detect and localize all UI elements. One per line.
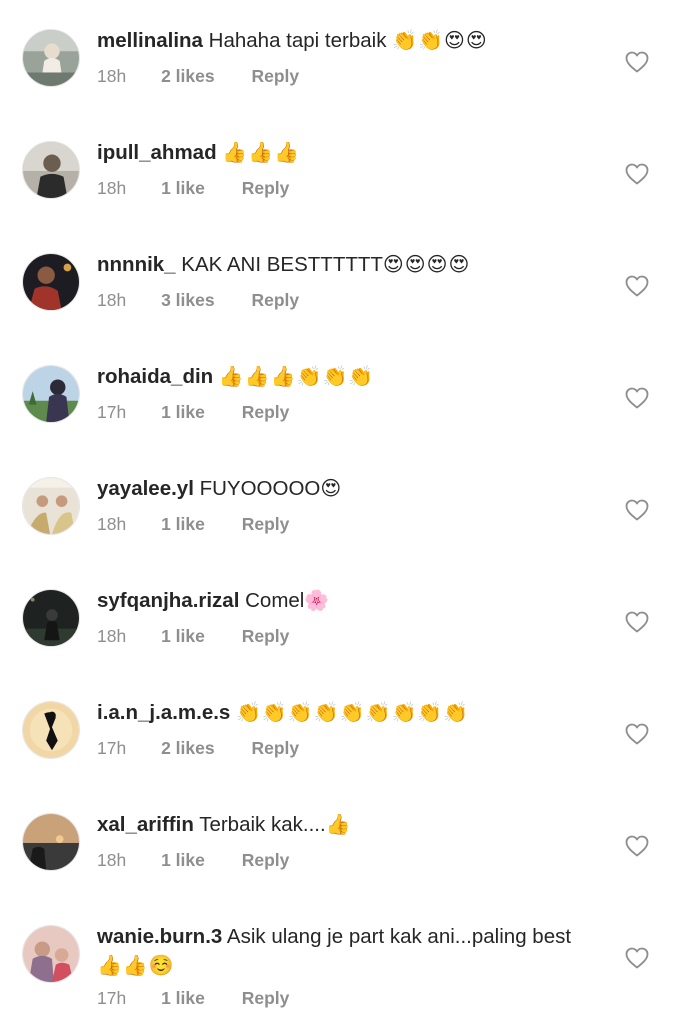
avatar[interactable] — [22, 253, 80, 311]
comment-meta: 17h 2 likes Reply — [97, 737, 299, 759]
comment-meta: 18h 1 like Reply — [97, 513, 289, 535]
comment-likes[interactable]: 1 like — [161, 849, 205, 871]
comment-time: 18h — [97, 66, 127, 86]
comment-emoji: 🌸 — [304, 588, 331, 612]
comment-likes[interactable]: 2 likes — [161, 737, 215, 759]
avatar[interactable] — [22, 925, 80, 983]
comment-body: Terbaik kak.... — [199, 813, 326, 836]
avatar[interactable] — [22, 365, 80, 423]
avatar[interactable] — [22, 477, 80, 535]
reply-button[interactable]: Reply — [242, 987, 290, 1009]
comment-text-line: wanie.burn.3 Asik ulang je part kak ani.… — [97, 922, 602, 980]
comment-likes[interactable]: 1 like — [161, 625, 205, 647]
heart-outline-icon[interactable] — [625, 499, 649, 521]
comment-text-line: xal_ariffin Terbaik kak....👍 — [97, 810, 617, 839]
reply-button[interactable]: Reply — [242, 849, 290, 871]
heart-outline-icon[interactable] — [625, 51, 649, 73]
comment-time: 18h — [97, 850, 127, 870]
comment-username[interactable]: ipull_ahmad — [97, 141, 217, 164]
comment-time: 18h — [97, 514, 127, 534]
comment-username[interactable]: wanie.burn.3 — [97, 925, 222, 948]
comment-username[interactable]: i.a.n_j.a.m.e.s — [97, 701, 230, 724]
reply-button[interactable]: Reply — [251, 65, 299, 87]
comment-likes[interactable]: 3 likes — [161, 289, 215, 311]
comment-body: FUYOOOOO — [199, 477, 321, 500]
comment-emoji: 😍😍😍😍 — [382, 252, 471, 276]
comment-likes[interactable]: 2 likes — [161, 65, 215, 87]
comment-likes[interactable]: 1 like — [161, 513, 205, 535]
heart-outline-icon[interactable] — [625, 611, 649, 633]
comment-likes[interactable]: 1 like — [161, 987, 205, 1009]
reply-button[interactable]: Reply — [242, 625, 290, 647]
comment-text-line: i.a.n_j.a.m.e.s 👏👏👏👏👏👏👏👏👏 — [97, 698, 617, 727]
comment-text-line: ipull_ahmad 👍👍👍 — [97, 138, 617, 167]
comment-time: 17h — [97, 738, 127, 758]
reply-button[interactable]: Reply — [242, 513, 290, 535]
comment-time: 18h — [97, 178, 127, 198]
comment-meta: 17h 1 like Reply — [97, 987, 289, 1009]
comment-text-line: nnnnik_ KAK ANI BESTTTTTT😍😍😍😍 — [97, 250, 617, 279]
comment-username[interactable]: syfqanjha.rizal — [97, 589, 239, 612]
comment-text-line: yayalee.yl FUYOOOOO😍 — [97, 474, 617, 503]
heart-outline-icon[interactable] — [625, 835, 649, 857]
comment-body: Comel — [245, 589, 305, 612]
comment-time: 17h — [97, 988, 127, 1008]
comment-meta: 18h 3 likes Reply — [97, 289, 299, 311]
comment-likes[interactable]: 1 like — [161, 401, 205, 423]
comment-emoji: 👍👍☺️ — [97, 953, 175, 977]
avatar[interactable] — [22, 29, 80, 87]
heart-outline-icon[interactable] — [625, 163, 649, 185]
comment-body: KAK ANI BESTTTTTT — [181, 253, 383, 276]
heart-outline-icon[interactable] — [625, 275, 649, 297]
comment-time: 18h — [97, 626, 127, 646]
comment-emoji: 👍👍👍👏👏👏 — [218, 364, 375, 388]
reply-button[interactable]: Reply — [242, 177, 290, 199]
comment-body: Asik ulang je part kak ani...paling best — [226, 925, 572, 948]
comment-likes[interactable]: 1 like — [161, 177, 205, 199]
comment-username[interactable]: nnnnik_ — [97, 253, 176, 276]
comment-emoji: 👏👏👏👏👏👏👏👏👏 — [236, 700, 470, 724]
comment-username[interactable]: yayalee.yl — [97, 477, 194, 500]
comment-time: 18h — [97, 290, 127, 310]
comment-emoji: 👏👏😍😍 — [392, 28, 488, 52]
reply-button[interactable]: Reply — [251, 289, 299, 311]
comment-meta: 18h 1 like Reply — [97, 177, 289, 199]
avatar[interactable] — [22, 141, 80, 199]
comment-username[interactable]: mellinalina — [97, 29, 203, 52]
avatar[interactable] — [22, 813, 80, 871]
heart-outline-icon[interactable] — [625, 947, 649, 969]
reply-button[interactable]: Reply — [242, 401, 290, 423]
comment-emoji: 👍👍👍 — [222, 140, 301, 164]
comment-meta: 18h 2 likes Reply — [97, 65, 299, 87]
avatar[interactable] — [22, 701, 80, 759]
comment-text-line: rohaida_din 👍👍👍👏👏👏 — [97, 362, 617, 391]
reply-button[interactable]: Reply — [251, 737, 299, 759]
comment-time: 17h — [97, 402, 127, 422]
comment-text-line: mellinalina Hahaha tapi terbaik 👏👏😍😍 — [97, 26, 617, 55]
comment-emoji: 👍 — [325, 812, 352, 836]
comment-meta: 18h 1 like Reply — [97, 625, 289, 647]
comment-text-line: syfqanjha.rizal Comel🌸 — [97, 586, 617, 615]
avatar[interactable] — [22, 589, 80, 647]
comment-body: Hahaha tapi terbaik — [208, 29, 387, 52]
comment-emoji: 😍 — [320, 476, 343, 500]
comment-username[interactable]: xal_ariffin — [97, 813, 194, 836]
heart-outline-icon[interactable] — [625, 723, 649, 745]
comment-meta: 18h 1 like Reply — [97, 849, 289, 871]
comment-username[interactable]: rohaida_din — [97, 365, 213, 388]
comment-meta: 17h 1 like Reply — [97, 401, 289, 423]
heart-outline-icon[interactable] — [625, 387, 649, 409]
